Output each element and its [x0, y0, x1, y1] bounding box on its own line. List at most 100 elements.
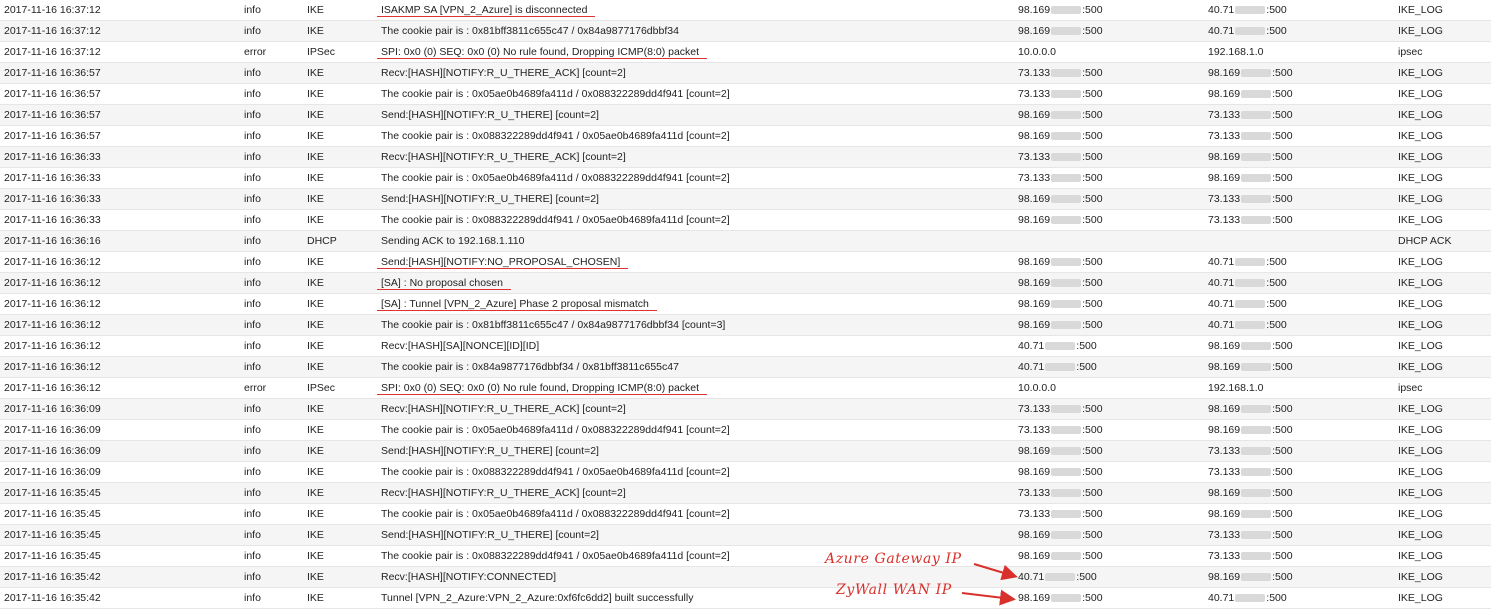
- log-source-ip-part: 98.169: [1018, 277, 1051, 289]
- log-destination-ip-part: :500: [1272, 340, 1293, 352]
- log-message: Recv:[HASH][NOTIFY:R_U_THERE_ACK] [count…: [381, 151, 626, 163]
- log-source-ip-part: 98.169: [1018, 109, 1051, 121]
- log-message: The cookie pair is : 0x088322289dd4f941 …: [381, 214, 730, 226]
- log-row[interactable]: 2017-11-16 16:36:12 error IPSec SPI: 0x0 (0…: [0, 378, 1491, 399]
- log-row[interactable]: 2017-11-16 16:36:57 info IKE The cookie pai…: [0, 84, 1491, 105]
- log-note: IKE_LOG: [1398, 172, 1443, 184]
- log-destination-ip-redacted: [1241, 552, 1272, 561]
- log-category: IKE: [307, 109, 324, 121]
- log-destination-ip-part: :500: [1266, 256, 1287, 268]
- log-source-ip: 98.169:500: [1018, 210, 1103, 230]
- log-source-ip-part: 73.133: [1018, 88, 1051, 100]
- log-source-ip-part: :500: [1082, 256, 1103, 268]
- log-priority: info: [244, 151, 261, 163]
- log-row[interactable]: 2017-11-16 16:36:12 info IKE Recv:[HASH][SA…: [0, 336, 1491, 357]
- log-row[interactable]: 2017-11-16 16:36:33 info IKE Send:[HASH][NO…: [0, 189, 1491, 210]
- log-source-ip-part: 40.71: [1018, 361, 1045, 373]
- log-source-ip-part: 98.169: [1018, 550, 1051, 562]
- log-destination-ip-redacted: [1241, 363, 1272, 372]
- log-note: IKE_LOG: [1398, 256, 1443, 268]
- log-source-ip-part: :500: [1082, 277, 1103, 289]
- log-time: 2017-11-16 16:36:12: [4, 382, 101, 394]
- log-priority: info: [244, 25, 261, 37]
- log-row[interactable]: 2017-11-16 16:36:09 info IKE The cookie pai…: [0, 462, 1491, 483]
- log-source-ip-part: :500: [1082, 214, 1103, 226]
- log-category: IKE: [307, 193, 324, 205]
- log-row[interactable]: 2017-11-16 16:36:09 info IKE The cookie pai…: [0, 420, 1491, 441]
- log-priority: info: [244, 277, 261, 289]
- log-time: 2017-11-16 16:36:33: [4, 151, 101, 163]
- log-row[interactable]: 2017-11-16 16:36:12 info IKE [SA] : Tunnel …: [0, 294, 1491, 315]
- log-time: 2017-11-16 16:36:57: [4, 130, 101, 142]
- log-message: The cookie pair is : 0x05ae0b4689fa411d …: [381, 172, 730, 184]
- log-row[interactable]: 2017-11-16 16:35:45 info IKE The cookie pai…: [0, 504, 1491, 525]
- log-source-ip-part: 40.71: [1018, 340, 1045, 352]
- log-source-ip-part: 98.169: [1018, 4, 1051, 16]
- log-time: 2017-11-16 16:36:09: [4, 445, 101, 457]
- log-category: IKE: [307, 529, 324, 541]
- log-source-ip-part: 73.133: [1018, 151, 1051, 163]
- log-note: IKE_LOG: [1398, 130, 1443, 142]
- log-destination-ip-part: 73.133: [1208, 130, 1241, 142]
- log-note: DHCP ACK: [1398, 235, 1452, 247]
- log-destination-ip-part: 98.169: [1208, 424, 1241, 436]
- log-priority: info: [244, 361, 261, 373]
- log-row[interactable]: 2017-11-16 16:36:12 info IKE The cookie pai…: [0, 357, 1491, 378]
- log-row[interactable]: 2017-11-16 16:36:57 info IKE Recv:[HASH][NO…: [0, 63, 1491, 84]
- log-row[interactable]: 2017-11-16 16:36:09 info IKE Send:[HASH][NO…: [0, 441, 1491, 462]
- log-destination-ip-redacted: [1241, 489, 1272, 498]
- log-row[interactable]: 2017-11-16 16:36:16 info DHCP Sending ACK t…: [0, 231, 1491, 252]
- log-destination-ip-part: :500: [1266, 25, 1287, 37]
- log-note: IKE_LOG: [1398, 424, 1443, 436]
- log-destination-ip-redacted: [1235, 321, 1266, 330]
- log-row[interactable]: 2017-11-16 16:36:12 info IKE [SA] : No prop…: [0, 273, 1491, 294]
- log-row[interactable]: 2017-11-16 16:35:45 info IKE The cookie pai…: [0, 546, 1491, 567]
- log-destination-ip-part: 73.133: [1208, 529, 1241, 541]
- log-category: IKE: [307, 424, 324, 436]
- log-source-ip: 10.0.0.0: [1018, 42, 1056, 62]
- log-time: 2017-11-16 16:36:16: [4, 235, 101, 247]
- log-message: SPI: 0x0 (0) SEQ: 0x0 (0) No rule found,…: [381, 46, 700, 58]
- log-destination-ip-part: 192.168.1.0: [1208, 46, 1264, 58]
- log-row[interactable]: 2017-11-16 16:36:33 info IKE The cookie pai…: [0, 168, 1491, 189]
- log-row[interactable]: 2017-11-16 16:36:12 info IKE Send:[HASH][NO…: [0, 252, 1491, 273]
- log-source-ip-part: :500: [1076, 340, 1097, 352]
- log-source-ip: 98.169:500: [1018, 0, 1103, 20]
- log-destination-ip-redacted: [1241, 153, 1272, 162]
- log-destination-ip-part: :500: [1272, 571, 1293, 583]
- log-destination-ip-redacted: [1241, 510, 1272, 519]
- log-source-ip: 98.169:500: [1018, 105, 1103, 125]
- log-source-ip-part: :500: [1082, 466, 1103, 478]
- log-destination-ip: 40.71:500: [1208, 21, 1287, 41]
- log-row[interactable]: 2017-11-16 16:36:33 info IKE Recv:[HASH][NO…: [0, 147, 1491, 168]
- log-row[interactable]: 2017-11-16 16:36:57 info IKE Send:[HASH][NO…: [0, 105, 1491, 126]
- log-row[interactable]: 2017-11-16 16:36:09 info IKE Recv:[HASH][NO…: [0, 399, 1491, 420]
- log-note: IKE_LOG: [1398, 445, 1443, 457]
- log-row[interactable]: 2017-11-16 16:37:12 info IKE ISAKMP SA [VPN…: [0, 0, 1491, 21]
- log-note: IKE_LOG: [1398, 319, 1443, 331]
- log-time: 2017-11-16 16:36:12: [4, 340, 101, 352]
- log-row[interactable]: 2017-11-16 16:35:45 info IKE Recv:[HASH][NO…: [0, 483, 1491, 504]
- log-row[interactable]: 2017-11-16 16:37:12 error IPSec SPI: 0x0 (0…: [0, 42, 1491, 63]
- log-row[interactable]: 2017-11-16 16:37:12 info IKE The cookie pai…: [0, 21, 1491, 42]
- log-category: IKE: [307, 445, 324, 457]
- log-row[interactable]: 2017-11-16 16:35:42 info IKE Recv:[HASH][NO…: [0, 567, 1491, 588]
- log-destination-ip-part: :500: [1266, 592, 1287, 604]
- log-source-ip: 98.169:500: [1018, 441, 1103, 461]
- log-priority: info: [244, 529, 261, 541]
- log-row[interactable]: 2017-11-16 16:35:45 info IKE Send:[HASH][NO…: [0, 525, 1491, 546]
- log-row[interactable]: 2017-11-16 16:36:12 info IKE The cookie pai…: [0, 315, 1491, 336]
- log-priority: info: [244, 424, 261, 436]
- log-row[interactable]: 2017-11-16 16:36:57 info IKE The cookie pai…: [0, 126, 1491, 147]
- log-message: Send:[HASH][NOTIFY:NO_PROPOSAL_CHOSEN]: [381, 256, 621, 268]
- log-source-ip-redacted: [1051, 531, 1082, 540]
- log-message: ISAKMP SA [VPN_2_Azure] is disconnected: [381, 4, 588, 16]
- log-message: Recv:[HASH][NOTIFY:R_U_THERE_ACK] [count…: [381, 67, 626, 79]
- log-source-ip-redacted: [1045, 363, 1076, 372]
- log-note: ipsec: [1398, 46, 1423, 58]
- log-category: IKE: [307, 571, 324, 583]
- log-source-ip: 73.133:500: [1018, 63, 1103, 83]
- log-source-ip-part: :500: [1076, 361, 1097, 373]
- log-category: DHCP: [307, 235, 337, 247]
- log-row[interactable]: 2017-11-16 16:36:33 info IKE The cookie pai…: [0, 210, 1491, 231]
